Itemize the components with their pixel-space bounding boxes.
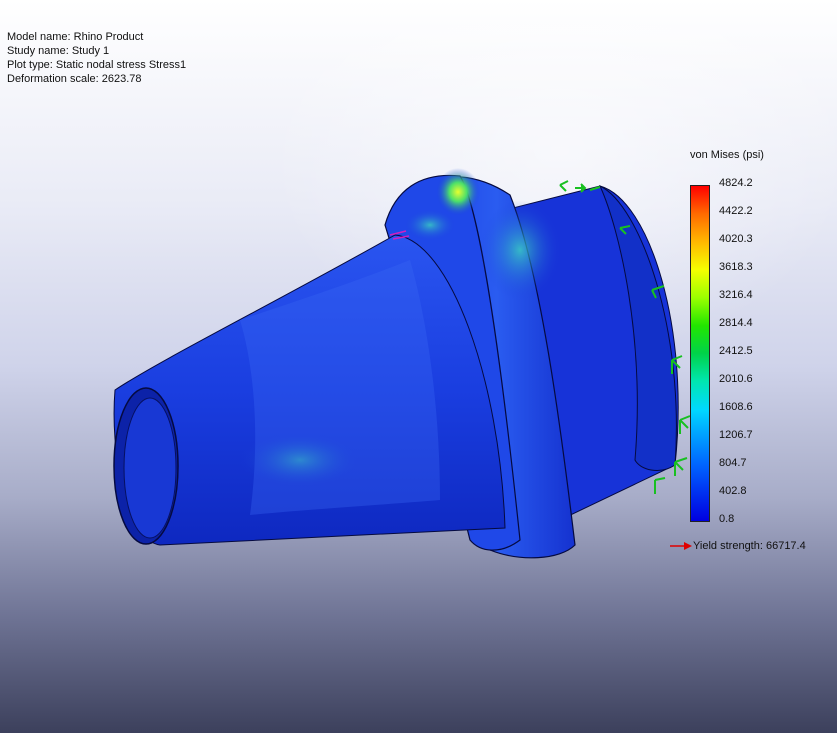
legend-value-label: 4422.2 [719,205,753,217]
yield-strength-text: Yield strength: 66717.4 [693,540,806,552]
legend-value-label: 4824.2 [719,177,753,189]
legend-value-label: 1608.6 [719,401,753,413]
stress-hotspot [436,168,480,216]
cone-opening-inner [123,397,177,539]
legend-value-label: 4020.3 [719,233,753,245]
color-scale-labels: 4824.2 4422.2 4020.3 3618.3 3216.4 2814.4 2412… [719,177,779,527]
legend-value-label: 804.7 [719,457,747,469]
legend-value-label: 2412.5 [719,345,753,357]
color-scale-bar[interactable] [690,185,710,522]
yield-strength-indicator: Yield strength: 66717.4 [670,540,806,552]
stress-zone [404,209,456,241]
stress-zone [240,432,360,488]
legend-value-label: 0.8 [719,513,735,525]
study-name-text: Study name: Study 1 [7,45,110,57]
legend-title: von Mises (psi) [690,149,764,161]
legend-value-label: 3216.4 [719,289,753,301]
legend-value-label: 402.8 [719,485,747,497]
legend-value-label: 2010.6 [719,373,753,385]
deformation-scale-text: Deformation scale: 2623.78 [7,73,142,85]
legend-value-label: 3618.3 [719,261,753,273]
legend-value-label: 1206.7 [719,429,753,441]
model-name-text: Model name: Rhino Product [7,31,144,43]
study-info-panel: Model name: Rhino Product Study name: St… [7,30,186,86]
stress-zone [480,200,560,300]
legend-value-label: 2814.4 [719,317,753,329]
model-viewport[interactable] [0,0,837,733]
plot-type-text: Plot type: Static nodal stress Stress1 [7,59,187,71]
yield-arrow-icon [670,542,692,550]
